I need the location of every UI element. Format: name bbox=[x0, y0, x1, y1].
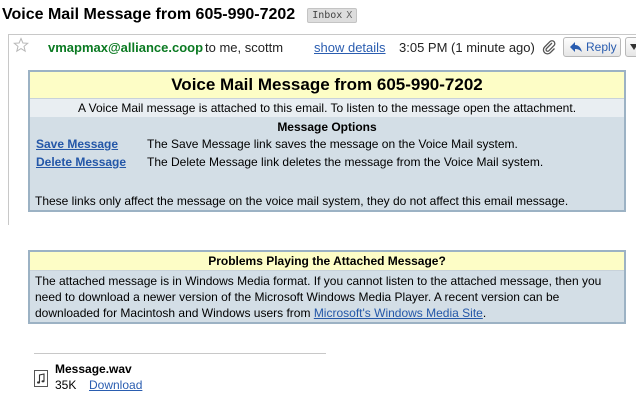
problems-title: Problems Playing the Attached Message? bbox=[30, 252, 624, 271]
attachment-divider bbox=[34, 353, 326, 354]
problems-body: The attached message is in Windows Media… bbox=[30, 271, 624, 321]
show-details-link[interactable]: show details bbox=[314, 40, 386, 55]
attachment-size: 35K bbox=[55, 378, 77, 392]
attachment-name: Message.wav bbox=[55, 362, 132, 376]
subject-row: Voice Mail Message from 605-990-7202 Inb… bbox=[2, 4, 358, 26]
paperclip-icon bbox=[542, 40, 556, 55]
option-row-delete: Delete Message The Delete Message link d… bbox=[30, 153, 624, 171]
message-options-heading: Message Options bbox=[277, 120, 377, 134]
audio-file-icon bbox=[34, 370, 48, 387]
message-header: vmapmax@alliance.coop to me, scottm show… bbox=[9, 35, 636, 59]
dropdown-arrow-icon bbox=[630, 44, 636, 50]
download-link[interactable]: Download bbox=[89, 378, 142, 392]
subject-title: Voice Mail Message from 605-990-7202 bbox=[2, 6, 296, 23]
reply-arrow-icon bbox=[570, 42, 582, 52]
star-icon[interactable] bbox=[13, 37, 29, 53]
problems-box: Problems Playing the Attached Message? T… bbox=[28, 250, 626, 324]
voicemail-intro: A Voice Mail message is attached to this… bbox=[30, 99, 624, 117]
delete-message-desc: The Delete Message link deletes the mess… bbox=[147, 155, 544, 169]
option-row-save: Save Message The Save Message link saves… bbox=[30, 135, 624, 153]
reply-button[interactable]: Reply bbox=[563, 37, 621, 57]
label-chip-text: Inbox bbox=[312, 9, 343, 21]
save-message-link[interactable]: Save Message bbox=[36, 135, 118, 153]
remove-label-button[interactable]: X bbox=[346, 10, 352, 21]
voicemail-note: These links only affect the message on t… bbox=[35, 194, 569, 208]
problems-end: . bbox=[482, 306, 487, 320]
recipients: to me, scottm bbox=[205, 40, 284, 55]
more-actions-button[interactable] bbox=[625, 37, 636, 57]
delete-message-link[interactable]: Delete Message bbox=[36, 153, 126, 171]
windows-media-site-link[interactable]: Microsoft's Windows Media Site bbox=[314, 306, 483, 320]
save-message-desc: The Save Message link saves the message … bbox=[147, 137, 518, 151]
inbox-label-chip[interactable]: Inbox X bbox=[307, 7, 358, 23]
voicemail-box: Voice Mail Message from 605-990-7202 A V… bbox=[28, 70, 626, 212]
message-time: 3:05 PM (1 minute ago) bbox=[399, 40, 535, 55]
sender-email[interactable]: vmapmax@alliance.coop bbox=[48, 40, 203, 55]
voicemail-title: Voice Mail Message from 605-990-7202 bbox=[30, 72, 624, 99]
reply-label: Reply bbox=[586, 40, 617, 54]
